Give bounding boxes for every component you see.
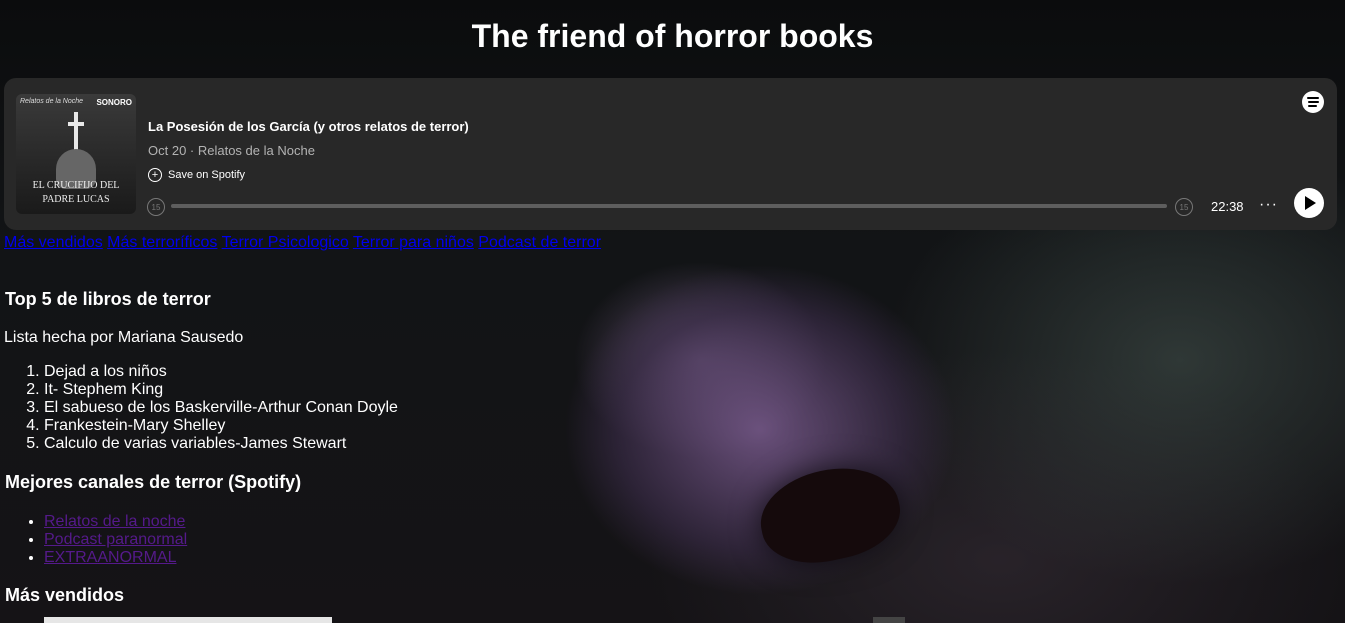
play-button[interactable] <box>1294 188 1324 218</box>
channels-heading: Mejores canales de terror (Spotify) <box>5 472 302 492</box>
channel-link-podcast-paranormal[interactable]: Podcast paranormal <box>44 531 187 548</box>
page-title: The friend of horror books <box>471 18 874 54</box>
episode-cover-art[interactable]: Relatos de la Noche SONORO EL CRUCIFIJO … <box>16 94 136 214</box>
skip-back-15-icon[interactable]: 15 <box>147 198 165 216</box>
nav-link-mas-vendidos[interactable]: Más vendidos <box>4 234 103 251</box>
cover-brand-right: SONORO <box>96 98 132 107</box>
embedded-frame-top-edge[interactable] <box>44 617 332 623</box>
list-item: It- Stephem King <box>44 381 398 399</box>
more-options-icon[interactable]: ··· <box>1259 196 1278 214</box>
channels-list: Relatos de la noche Podcast paranormal E… <box>4 513 187 567</box>
progress-bar[interactable] <box>171 204 1167 208</box>
spotify-icon[interactable] <box>1302 91 1324 113</box>
embedded-frame-control[interactable] <box>873 617 905 623</box>
cross-icon <box>68 112 84 152</box>
list-item: Dejad a los niños <box>44 363 398 381</box>
best-sellers-heading: Más vendidos <box>5 585 125 605</box>
list-item: Frankestein-Mary Shelley <box>44 417 398 435</box>
nav-link-podcast-de-terror[interactable]: Podcast de terror <box>478 234 601 251</box>
save-label: Save on Spotify <box>168 169 246 181</box>
episode-duration: 22:38 <box>1211 199 1244 214</box>
top5-list: Dejad a los niños It- Stephem King El sa… <box>4 363 398 453</box>
list-item: EXTRAANORMAL <box>44 549 187 567</box>
top5-heading: Top 5 de libros de terror <box>5 289 211 309</box>
episode-meta: Oct 20 · Relatos de la Noche <box>148 143 315 158</box>
list-item: Calculo de varias variables-James Stewar… <box>44 435 398 453</box>
nav-link-mas-terrorificos[interactable]: Más terroríficos <box>107 234 217 251</box>
top5-byline: Lista hecha por Mariana Sausedo <box>4 329 244 346</box>
category-nav: Más vendidos Más terroríficos Terror Psi… <box>4 234 601 252</box>
channel-link-extraanormal[interactable]: EXTRAANORMAL <box>44 549 176 566</box>
cover-title-line2: PADRE LUCAS <box>42 194 110 205</box>
cover-brand-left: Relatos de la Noche <box>20 98 84 105</box>
cover-title-line1: EL CRUCIFIJO DEL <box>32 180 120 191</box>
list-item: El sabueso de los Baskerville-Arthur Con… <box>44 399 398 417</box>
list-item: Podcast paranormal <box>44 531 187 549</box>
list-item: Relatos de la noche <box>44 513 187 531</box>
plus-circle-icon: + <box>148 168 162 182</box>
channel-link-relatos[interactable]: Relatos de la noche <box>44 513 185 530</box>
nav-link-terror-para-ninos[interactable]: Terror para niños <box>353 234 474 251</box>
episode-title[interactable]: La Posesión de los García (y otros relat… <box>148 119 469 134</box>
nav-link-terror-psicologico[interactable]: Terror Psicologico <box>222 234 349 251</box>
save-on-spotify-button[interactable]: + Save on Spotify <box>148 168 245 182</box>
skip-forward-15-icon[interactable]: 15 <box>1175 198 1193 216</box>
